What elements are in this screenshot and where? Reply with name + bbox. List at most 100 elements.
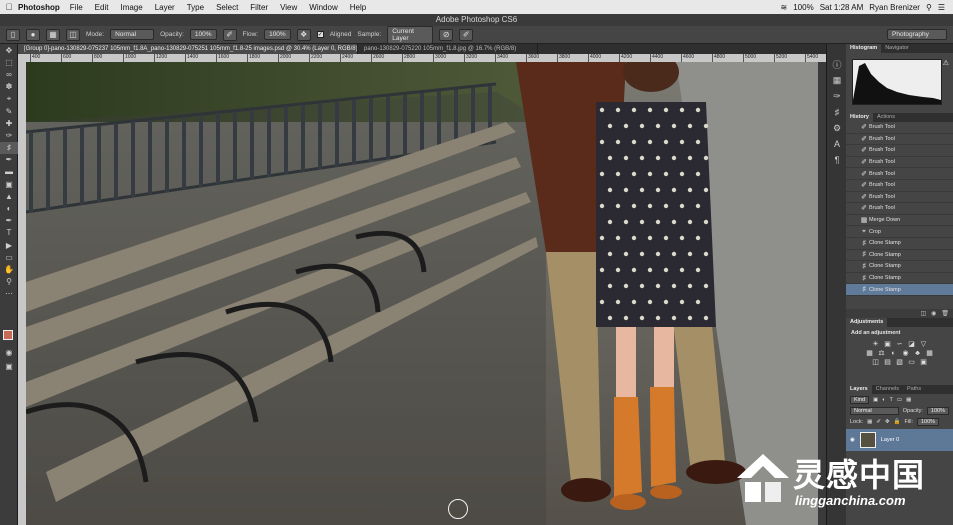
menu-app-name[interactable]: Photoshop [18,3,60,12]
history-state[interactable]: ✐ Brush Tool [846,168,953,180]
brush-tool-icon[interactable]: ✑ [0,129,18,141]
curves-icon[interactable]: ∽ [896,341,904,348]
tab-history[interactable]: History [846,113,873,122]
tab-navigator[interactable]: Navigator [881,44,913,53]
history-brush-source[interactable] [848,193,856,201]
lasso-tool-icon[interactable]: ∞ [0,68,18,80]
history-brush-source[interactable] [848,228,856,236]
vibrance-icon[interactable]: ▽ [920,341,928,348]
tab-layers[interactable]: Layers [846,385,872,394]
channel-mixer-icon[interactable]: ♣ [914,350,922,357]
menu-help[interactable]: Help [350,3,366,12]
history-state[interactable]: ♯ Clone Stamp [846,273,953,285]
marquee-tool-icon[interactable]: ⬚ [0,56,18,68]
history-brush-source[interactable] [848,123,856,131]
tab-adjustments[interactable]: Adjustments [846,318,888,327]
menu-filter[interactable]: Filter [250,3,268,12]
screen-mode-icon[interactable]: ▣ [0,360,18,372]
path-select-tool-icon[interactable]: ▶ [0,239,18,251]
wifi-icon[interactable]: ≋ [781,3,788,12]
history-state[interactable]: ✐ Brush Tool [846,203,953,215]
more-tools-icon[interactable]: ⋯ [0,288,18,300]
black-white-icon[interactable]: ◐ [890,350,898,357]
tab-document-psd[interactable]: [Group 0]-pano-130829-075237 105mm_f1.8A… [18,44,358,54]
history-state[interactable]: ♯ Clone Stamp [846,261,953,273]
info-icon[interactable]: ⓘ [827,56,847,72]
spotlight-icon[interactable]: ⚲ [926,3,932,12]
pressure-size-icon[interactable]: ✐ [459,28,474,41]
layer-opacity-input[interactable]: 100% [926,406,949,415]
history-brush-source[interactable] [848,135,856,143]
tab-channels[interactable]: Channels [872,385,903,394]
battery-level[interactable]: 100% [793,3,813,12]
eraser-tool-icon[interactable]: ▬ [0,166,18,178]
history-state[interactable]: ✐ Brush Tool [846,157,953,169]
flow-input[interactable]: 100% [264,29,291,40]
hue-sat-icon[interactable]: ▦ [866,350,874,357]
history-state[interactable]: ✐ Brush Tool [846,145,953,157]
history-brush-source[interactable] [848,181,856,189]
lock-paint-icon[interactable]: ✐ [876,419,881,425]
warning-icon[interactable]: ⚠ [943,59,949,67]
crop-tool-icon[interactable]: ⌖ [0,93,18,105]
posterize-icon[interactable]: ▤ [884,359,892,366]
menu-select[interactable]: Select [216,3,238,12]
threshold-icon[interactable]: ▧ [896,359,904,366]
history-state[interactable]: ✐ Brush Tool [846,122,953,134]
new-document-icon[interactable]: ◫ [920,310,926,317]
user-name[interactable]: Ryan Brenizer [869,3,920,12]
apple-icon[interactable]:  [0,2,18,12]
dodge-tool-icon[interactable]: ◐ [0,202,18,214]
sample-select[interactable]: Current Layer [387,25,434,44]
blend-mode-select[interactable]: Normal [850,406,899,415]
document-canvas[interactable] [26,62,818,525]
photo-filter-icon[interactable]: ◉ [902,350,910,357]
menu-edit[interactable]: Edit [95,3,109,12]
filter-smart-icon[interactable]: ▦ [906,397,911,403]
quick-mask-icon[interactable]: ◉ [0,346,18,358]
filter-adjust-icon[interactable]: ◐ [882,397,885,403]
fill-input[interactable]: 100% [917,417,940,426]
pen-tool-icon[interactable]: ✒ [0,215,18,227]
workspace-select[interactable]: Photography [887,29,947,40]
mode-select[interactable]: Normal [110,29,155,40]
quick-select-tool-icon[interactable]: ✽ [0,81,18,93]
history-state[interactable]: ▦ Merge Down [846,215,953,227]
history-brush-source[interactable] [848,170,856,178]
hand-tool-icon[interactable]: ✋ [0,263,18,275]
history-brush-source[interactable] [848,204,856,212]
menu-layer[interactable]: Layer [155,3,175,12]
notification-icon[interactable]: ☰ [938,3,945,12]
history-brush-source[interactable] [848,251,856,259]
menu-view[interactable]: View [280,3,297,12]
visibility-eye-icon[interactable]: ◉ [850,437,855,443]
pressure-opacity-icon[interactable]: ✐ [222,28,237,41]
filter-shape-icon[interactable]: ▭ [897,397,902,403]
history-brush-source[interactable] [848,239,856,247]
tab-actions[interactable]: Actions [873,113,899,122]
healing-brush-tool-icon[interactable]: ✚ [0,117,18,129]
new-snapshot-icon[interactable]: ◉ [931,310,936,317]
brush-presets-icon[interactable]: ✑ [827,88,847,104]
clone-stamp-preset-icon[interactable]: ▯ [6,28,20,41]
history-brush-source[interactable] [848,158,856,166]
airbrush-icon[interactable]: ❖ [296,28,311,41]
eyedropper-tool-icon[interactable]: ✎ [0,105,18,117]
history-brush-source[interactable] [848,146,856,154]
filter-pixel-icon[interactable]: ▣ [873,397,878,403]
clone-source-panel-icon[interactable]: ♯ [827,104,847,120]
history-state[interactable]: ♯ Clone Stamp [846,284,953,296]
paragraph-icon[interactable]: ¶ [827,152,847,168]
lock-pixels-icon[interactable]: ▦ [867,419,872,425]
color-balance-icon[interactable]: ⚖ [878,350,886,357]
history-brush-source[interactable] [848,216,856,224]
exposure-icon[interactable]: ◪ [908,341,916,348]
history-state[interactable]: ♯ Clone Stamp [846,250,953,262]
invert-icon[interactable]: ◫ [872,359,880,366]
clock[interactable]: Sat 1:28 AM [820,3,864,12]
menu-type[interactable]: Type [187,3,204,12]
history-brush-source[interactable] [848,286,856,294]
color-lookup-icon[interactable]: ▦ [926,350,934,357]
brush-size-icon[interactable]: ● [26,28,40,41]
levels-icon[interactable]: ▣ [884,341,892,348]
